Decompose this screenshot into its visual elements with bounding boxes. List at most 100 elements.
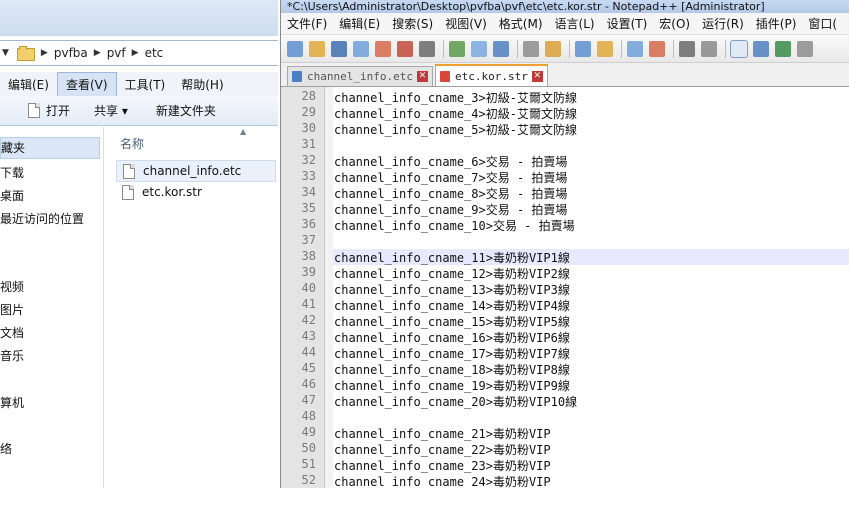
- file-list: ▲ 名称 channel_info.etc etc.kor.str: [106, 127, 278, 488]
- chevron-down-icon[interactable]: ▼: [2, 48, 9, 58]
- copy-icon[interactable]: [471, 40, 487, 57]
- code-line[interactable]: channel_info_cname_19>毒奶粉VIP9線: [334, 377, 570, 394]
- menu-plugins[interactable]: 插件(P): [750, 15, 803, 32]
- nav-item-downloads[interactable]: 下载: [0, 164, 24, 181]
- user-lang-icon[interactable]: [797, 40, 813, 57]
- save-all-icon[interactable]: [353, 40, 369, 57]
- save-icon[interactable]: [331, 40, 347, 57]
- open-button[interactable]: 打开: [28, 102, 70, 119]
- nav-item-favorites[interactable]: 藏夹: [0, 137, 100, 159]
- code-line[interactable]: channel_info_cname_16>毒奶粉VIP6線: [334, 329, 570, 346]
- menu-format[interactable]: 格式(M): [493, 15, 549, 32]
- menu-view[interactable]: 查看(V): [56, 71, 117, 97]
- menu-view[interactable]: 视图(V): [439, 15, 493, 32]
- code-line[interactable]: channel_info_cname_14>毒奶粉VIP4線: [334, 297, 570, 314]
- breadcrumb-pvfba[interactable]: pvfba: [54, 46, 88, 60]
- breadcrumb-etc[interactable]: etc: [145, 46, 164, 60]
- nav-item-recent[interactable]: 最近访问的位置: [0, 210, 84, 227]
- nav-item-pictures[interactable]: 图片: [0, 301, 24, 318]
- close-icon[interactable]: [375, 40, 391, 57]
- share-button[interactable]: 共享 ▾: [94, 102, 128, 119]
- notepadpp-window: *C:\Users\Administrator\Desktop\pvfba\pv…: [280, 0, 849, 488]
- menu-settings[interactable]: 设置(T): [601, 15, 654, 32]
- sync-h-icon[interactable]: [701, 40, 717, 57]
- nav-item-documents[interactable]: 文档: [0, 324, 24, 341]
- menu-search[interactable]: 搜索(S): [386, 15, 439, 32]
- code-line[interactable]: channel_info_cname_20>毒奶粉VIP10線: [334, 393, 577, 410]
- menu-edit[interactable]: 编辑(E): [333, 15, 386, 32]
- code-line[interactable]: channel_info_cname_6>交易 - 拍賣場: [334, 153, 567, 170]
- paste-icon[interactable]: [493, 40, 509, 57]
- line-number: 38: [301, 249, 316, 263]
- line-number: 46: [301, 377, 316, 391]
- code-line[interactable]: channel_info_cname_13>毒奶粉VIP3線: [334, 281, 570, 298]
- menu-window[interactable]: 窗口(: [802, 15, 843, 32]
- zoom-out-icon[interactable]: [649, 40, 665, 57]
- breadcrumb-arrow-icon[interactable]: ▶: [41, 48, 48, 58]
- menu-run[interactable]: 运行(R): [696, 15, 750, 32]
- file-row[interactable]: etc.kor.str: [116, 181, 276, 203]
- print-icon[interactable]: [419, 40, 435, 57]
- open-icon[interactable]: [309, 40, 325, 57]
- column-header-name[interactable]: 名称: [120, 135, 144, 152]
- line-number: 31: [301, 137, 316, 151]
- address-bar[interactable]: ▼ ▶ pvfba ▶ pvf ▶ etc: [0, 40, 278, 66]
- code-line[interactable]: channel_info_cname_4>初級-艾爾文防線: [334, 105, 577, 122]
- nav-item-videos[interactable]: 视频: [0, 278, 24, 295]
- menu-help[interactable]: 帮助(H): [173, 73, 231, 96]
- line-number: 30: [301, 121, 316, 135]
- nav-item-music[interactable]: 音乐: [0, 347, 24, 364]
- file-row[interactable]: channel_info.etc: [116, 160, 276, 182]
- close-all-icon[interactable]: [397, 40, 413, 57]
- menu-file[interactable]: 文件(F): [281, 15, 333, 32]
- tab-etc-kor-str[interactable]: etc.kor.str ✕: [434, 64, 548, 86]
- show-all-chars-icon[interactable]: [753, 40, 769, 57]
- nav-item-computer[interactable]: 算机: [0, 394, 24, 411]
- menu-edit[interactable]: 编辑(E): [0, 73, 57, 96]
- tab-channel-info[interactable]: channel_info.etc ✕: [287, 66, 433, 86]
- npp-menubar: 文件(F) 编辑(E) 搜索(S) 视图(V) 格式(M) 语言(L) 设置(T…: [281, 13, 849, 35]
- code-line[interactable]: channel_info_cname_24>毒奶粉VIP: [334, 473, 551, 488]
- code-line[interactable]: channel_info_cname_5>初級-艾爾文防線: [334, 121, 577, 138]
- code-line[interactable]: channel_info_cname_22>毒奶粉VIP: [334, 441, 551, 458]
- nav-item-desktop[interactable]: 桌面: [0, 187, 24, 204]
- code-line[interactable]: channel_info_cname_12>毒奶粉VIP2線: [334, 265, 570, 282]
- code-line[interactable]: channel_info_cname_8>交易 - 拍賣場: [334, 185, 567, 202]
- editor-area[interactable]: 28 29 30 31 32 33 34 35 36 37 38 39 40 41 42 43 44 45 46 47…: [281, 87, 849, 488]
- line-number: 44: [301, 345, 316, 359]
- word-wrap-icon[interactable]: [730, 39, 748, 58]
- redo-icon[interactable]: [545, 40, 561, 57]
- menu-macro[interactable]: 宏(O): [653, 15, 696, 32]
- explorer-window: ▼ ▶ pvfba ▶ pvf ▶ etc 编辑(E) 查看(V) 工具(T) …: [0, 0, 278, 488]
- menu-tools[interactable]: 工具(T): [117, 73, 174, 96]
- breadcrumb-arrow-icon[interactable]: ▶: [94, 48, 101, 58]
- close-icon[interactable]: ✕: [531, 70, 543, 82]
- document-icon: [28, 103, 40, 118]
- code-line[interactable]: channel_info_cname_17>毒奶粉VIP7線: [334, 345, 570, 362]
- new-folder-button[interactable]: 新建文件夹: [156, 102, 216, 119]
- code-line[interactable]: channel_info_cname_10>交易 - 拍賣場: [334, 217, 575, 234]
- file-name: channel_info.etc: [143, 164, 242, 178]
- cut-icon[interactable]: [449, 40, 465, 57]
- sync-v-icon[interactable]: [679, 40, 695, 57]
- undo-icon[interactable]: [523, 40, 539, 57]
- code-line[interactable]: channel_info_cname_3>初級-艾爾文防線: [334, 89, 577, 106]
- code-line[interactable]: channel_info_cname_18>毒奶粉VIP8線: [334, 361, 570, 378]
- code-line[interactable]: channel_info_cname_15>毒奶粉VIP5線: [334, 313, 570, 330]
- breadcrumb-arrow-icon[interactable]: ▶: [132, 48, 139, 58]
- indent-guide-icon[interactable]: [775, 40, 791, 57]
- line-number: 39: [301, 265, 316, 279]
- code-line[interactable]: channel_info_cname_21>毒奶粉VIP: [334, 425, 551, 442]
- new-icon[interactable]: [287, 40, 303, 57]
- zoom-in-icon[interactable]: [627, 40, 643, 57]
- menu-language[interactable]: 语言(L): [549, 15, 601, 32]
- replace-icon[interactable]: [597, 40, 613, 57]
- code-line[interactable]: channel_info_cname_9>交易 - 拍賣場: [334, 201, 567, 218]
- nav-item-network[interactable]: 络: [0, 440, 12, 457]
- close-icon[interactable]: ✕: [416, 71, 428, 82]
- find-icon[interactable]: [575, 40, 591, 57]
- code-line[interactable]: channel_info_cname_11>毒奶粉VIP1線: [334, 249, 570, 266]
- code-line[interactable]: channel_info_cname_7>交易 - 拍賣場: [334, 169, 567, 186]
- code-line[interactable]: channel_info_cname_23>毒奶粉VIP: [334, 457, 551, 474]
- breadcrumb-pvf[interactable]: pvf: [107, 46, 126, 60]
